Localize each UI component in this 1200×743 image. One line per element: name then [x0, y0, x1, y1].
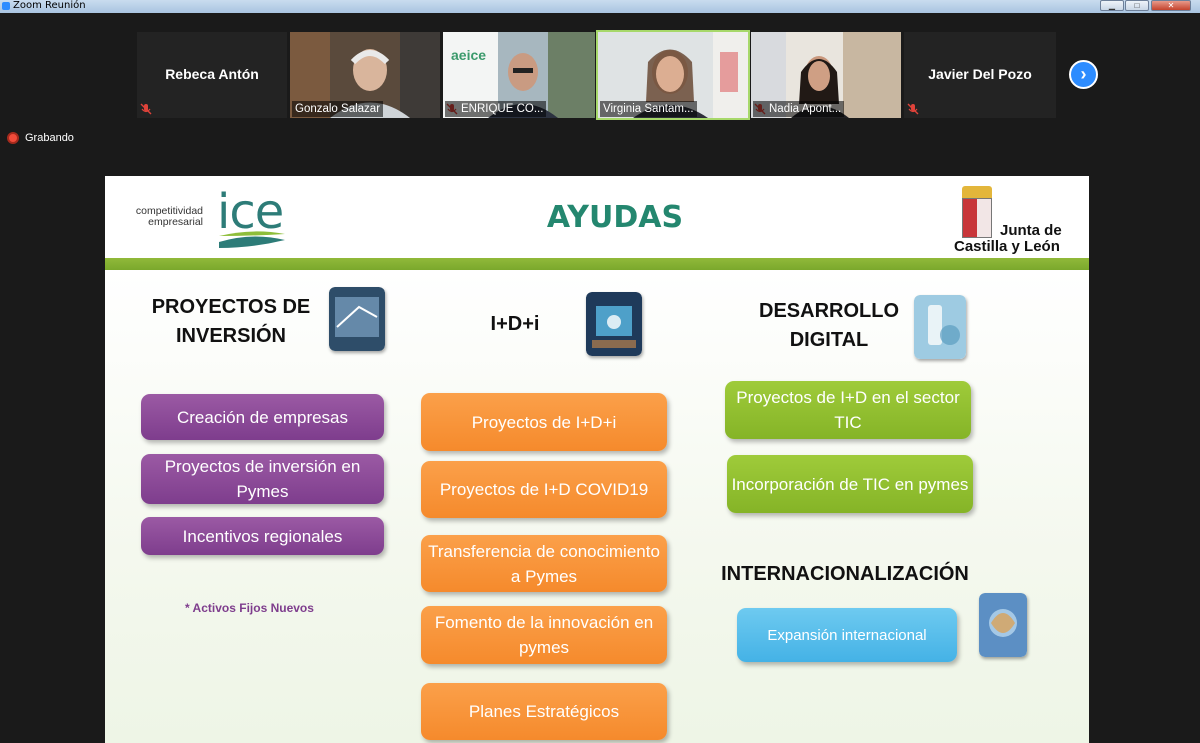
participant-tile[interactable]: aeice ENRIQUE CO...	[443, 32, 595, 118]
transferencia-conocimiento-button[interactable]: Transferencia de conocimiento a Pymes	[421, 535, 667, 592]
coat-of-arms-icon	[962, 198, 992, 238]
window-titlebar: Zoom Reunión ▁ □ ✕	[0, 0, 1200, 13]
participant-name: Rebeca Antón	[165, 66, 259, 82]
participant-tile[interactable]: Gonzalo Salazar	[290, 32, 440, 118]
junta-logo-line2: Castilla y León	[954, 238, 1060, 255]
participant-tile[interactable]: Javier Del Pozo	[904, 32, 1056, 118]
proyectos-idi-button[interactable]: Proyectos de I+D+i	[421, 393, 667, 451]
heading-inversion: PROYECTOS DE INVERSIÓN	[145, 293, 317, 351]
header-divider	[105, 258, 1089, 270]
recording-label: Grabando	[25, 132, 74, 144]
creacion-empresas-button[interactable]: Creación de empresas	[141, 394, 384, 440]
ice-logo: competitividad empresarial ice	[125, 184, 295, 248]
innovation-image-icon	[586, 292, 642, 356]
investment-image-icon	[329, 287, 385, 351]
participant-name: Javier Del Pozo	[928, 66, 1032, 82]
recording-indicator[interactable]: Grabando	[7, 132, 74, 144]
muted-mic-icon	[907, 103, 919, 115]
close-button[interactable]: ✕	[1151, 0, 1191, 11]
ice-logo-swoosh	[219, 231, 285, 248]
incorporacion-tic-button[interactable]: Incorporación de TIC en pymes	[727, 455, 973, 513]
record-icon	[7, 132, 19, 144]
proyectos-covid19-button[interactable]: Proyectos de I+D COVID19	[421, 461, 667, 518]
heading-line: DIGITAL	[789, 329, 869, 351]
proyectos-id-tic-button[interactable]: Proyectos de I+D en el sector TIC	[725, 381, 971, 439]
junta-logo-line1: Junta de	[1000, 222, 1062, 239]
maximize-button[interactable]: □	[1125, 0, 1149, 11]
participant-strip: Rebeca Antón Gonzalo Salazar aeice ENRIQ…	[0, 13, 1200, 176]
next-page-button[interactable]: ›	[1069, 60, 1098, 89]
heading-internacional: INTERNACIONALIZACIÓN	[721, 563, 969, 585]
participant-name: ENRIQUE CO...	[445, 101, 547, 117]
heading-line: DESARROLLO	[759, 300, 899, 322]
slide-title: AYUDAS	[546, 200, 684, 235]
proyectos-inversion-pymes-button[interactable]: Proyectos de inversión en Pymes	[141, 454, 384, 504]
window-title: Zoom Reunión	[13, 0, 86, 11]
heading-idi: I+D+i	[490, 313, 540, 335]
crown-icon	[962, 186, 992, 198]
participant-tile-active[interactable]: Virginia Santam...	[596, 30, 750, 120]
zoom-app-icon	[2, 2, 10, 10]
participant-tile[interactable]: Rebeca Antón	[137, 32, 287, 118]
participant-tile[interactable]: Nadia Apont...	[751, 32, 901, 118]
incentivos-regionales-button[interactable]: Incentivos regionales	[141, 517, 384, 555]
minimize-button[interactable]: ▁	[1100, 0, 1124, 11]
fomento-innovacion-button[interactable]: Fomento de la innovación en pymes	[421, 606, 667, 664]
svg-text:aeice: aeice	[451, 47, 486, 63]
footnote: * Activos Fijos Nuevos	[185, 601, 314, 615]
expansion-internacional-button[interactable]: Expansión internacional	[737, 608, 957, 662]
participant-name: Gonzalo Salazar	[292, 101, 384, 117]
planes-estrategicos-button[interactable]: Planes Estratégicos	[421, 683, 667, 740]
heading-line: PROYECTOS DE	[151, 296, 311, 318]
participant-name: Virginia Santam...	[600, 101, 697, 117]
digital-image-icon	[914, 295, 966, 359]
heading-digital: DESARROLLO DIGITAL	[745, 297, 913, 355]
muted-mic-icon	[140, 103, 152, 115]
participant-name: Nadia Apont...	[753, 101, 845, 117]
junta-logo: Junta de Castilla y León	[950, 184, 1080, 256]
heading-line: INVERSIÓN	[175, 325, 287, 347]
globe-image-icon	[979, 593, 1027, 657]
shared-slide: competitividad empresarial ice AYUDAS Ju…	[105, 176, 1089, 743]
ice-logo-subtitle: competitividad empresarial	[135, 205, 203, 228]
